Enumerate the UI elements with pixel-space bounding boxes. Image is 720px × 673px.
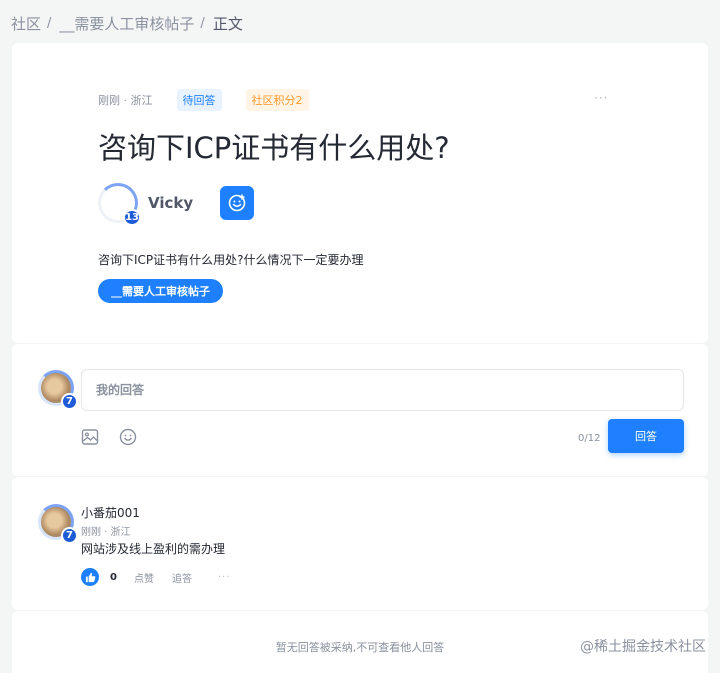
thumbs-up-glyph [85, 572, 95, 582]
status-badge: 待回答 [176, 89, 222, 111]
points-badge: 社区积分2 [245, 89, 309, 111]
page-title: 咨询下ICP证书有什么用处? [98, 131, 450, 165]
like-button[interactable]: 点赞 [134, 570, 154, 585]
question-time-location: 刚刚 · 浙江 [98, 94, 153, 107]
submit-answer-button[interactable]: 回答 [608, 419, 684, 453]
breadcrumb-separator: / [47, 16, 52, 31]
answer-author-name[interactable]: 小番茄001 [81, 504, 140, 521]
char-count: 0/12 [578, 433, 601, 444]
answer-author-level-badge: 7 [61, 527, 78, 544]
breadcrumb-current: 正文 [212, 15, 243, 33]
answer-actions: 0 点赞 追答 ··· [81, 568, 231, 586]
watermark: @稀土掘金技术社区 [580, 639, 706, 655]
breadcrumb-community[interactable]: 社区 [11, 13, 41, 34]
question-meta: 刚刚 · 浙江 待回答 社区积分2 [98, 89, 309, 111]
question-card: 刚刚 · 浙江 待回答 社区积分2 ··· 咨询下ICP证书有什么用处? 13 … [12, 43, 708, 343]
question-body: 咨询下ICP证书有什么用处?什么情况下一定要办理 [98, 253, 364, 267]
like-count: 0 [110, 571, 117, 583]
answer-list: 7 小番茄001 刚刚 · 浙江 网站涉及线上盈利的需办理 0 点赞 追答 ··… [12, 477, 708, 610]
question-author: 13 Vicky [98, 183, 255, 226]
breadcrumb: 社区 / __需要人工审核帖子 / 正文 [11, 13, 243, 34]
image-icon[interactable] [81, 428, 99, 446]
answer-body: 网站涉及线上盈利的需办理 [81, 542, 226, 556]
more-options-icon[interactable]: ··· [594, 91, 608, 105]
thumbs-up-icon[interactable] [81, 568, 99, 586]
topic-tag[interactable]: __需要人工审核帖子 [98, 279, 223, 303]
breadcrumb-topic[interactable]: __需要人工审核帖子 [59, 13, 194, 34]
author-level-badge: 13 [123, 209, 141, 226]
answer-author-avatar[interactable]: 7 [38, 504, 78, 544]
avatar[interactable]: 7 [38, 370, 78, 410]
smile-plus-icon [228, 193, 246, 211]
reply-button[interactable]: 追答 [172, 570, 192, 585]
author-avatar[interactable]: 13 [98, 183, 141, 226]
answer-more-icon[interactable]: ··· [218, 572, 231, 583]
user-level-badge: 7 [61, 393, 78, 410]
answer-input[interactable] [81, 369, 684, 411]
answer-input-card: 7 0/12 回答 [12, 344, 708, 476]
author-action-button[interactable] [220, 185, 255, 220]
answer-meta: 刚刚 · 浙江 [81, 527, 131, 538]
emoji-icon[interactable] [119, 428, 137, 446]
breadcrumb-separator: / [200, 16, 205, 31]
author-name[interactable]: Vicky [148, 194, 193, 212]
